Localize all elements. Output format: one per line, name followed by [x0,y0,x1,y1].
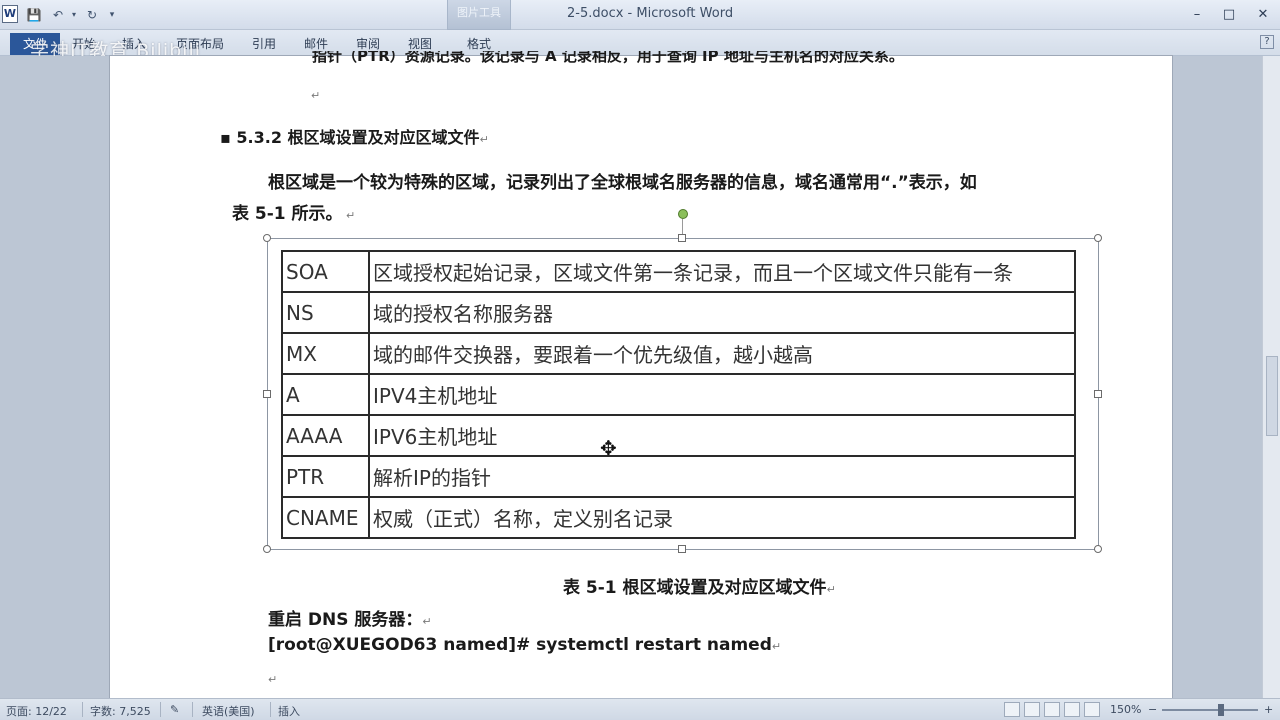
table-row: A IPV4主机地址 [281,373,1076,416]
resize-handle-top-left[interactable] [263,234,271,242]
record-desc-cell: 域的授权名称服务器 [368,291,1076,334]
full-screen-reading-button[interactable] [1024,702,1040,717]
web-layout-button[interactable] [1044,702,1060,717]
resize-handle-bottom-right[interactable] [1094,545,1102,553]
record-desc-cell: 解析IP的指针 [368,455,1076,498]
record-type-cell: CNAME [281,496,370,539]
record-type-cell: MX [281,332,370,375]
scrollbar-thumb[interactable] [1266,356,1278,436]
table-row: AAAA IPV6主机地址 [281,414,1076,457]
vertical-scrollbar[interactable] [1262,56,1280,698]
paragraph-mark: ↵ [311,89,321,102]
tab-references[interactable]: 引用 [252,35,276,52]
window-title: 2-5.docx - Microsoft Word [567,6,734,21]
zoom-out-icon[interactable]: − [1148,703,1157,716]
save-icon[interactable]: 💾 [26,7,42,23]
language-indicator[interactable]: 英语(美国) [202,703,255,719]
table-row: NS 域的授权名称服务器 [281,291,1076,334]
tab-view[interactable]: 视图 [408,35,432,52]
word-app-icon[interactable]: W [2,5,18,23]
record-type-cell: PTR [281,455,370,498]
resize-handle-top[interactable] [678,234,686,242]
close-button[interactable]: ✕ [1252,7,1274,23]
proofing-icon[interactable]: ✎ [170,703,179,716]
resize-handle-left[interactable] [263,390,271,398]
picture-tools-context-label: 图片工具 [447,0,511,30]
resize-handle-bottom[interactable] [678,545,686,553]
print-layout-view-button[interactable] [1004,702,1020,717]
title-bar: W 💾 ↶ ▾ ↻ ▾ 图片工具 2-5.docx - Microsoft Wo… [0,0,1280,30]
heading-bullet: ▪ [220,128,237,147]
restart-command: [root@XUEGOD63 named]# systemctl restart… [268,635,782,655]
divider [160,702,161,717]
record-desc-cell: 权威（正式）名称，定义别名记录 [368,496,1076,539]
tab-format[interactable]: 格式 [467,35,491,52]
minimize-button[interactable]: – [1186,7,1208,23]
help-icon[interactable]: ? [1260,35,1274,49]
dns-record-types-table[interactable]: SOA 区域授权起始记录，区域文件第一条记录，而且一个区域文件只能有一条 NS 域的… [281,250,1076,539]
body-line-2: 表 5-1 所示。 ↵ [232,204,356,224]
resize-handle-right[interactable] [1094,390,1102,398]
word-count[interactable]: 字数: 7,525 [90,703,151,719]
table-caption: 表 5-1 根区域设置及对应区域文件↵ [563,578,836,598]
outline-view-button[interactable] [1064,702,1080,717]
divider [82,702,83,717]
draft-view-button[interactable] [1084,702,1100,717]
resize-handle-top-right[interactable] [1094,234,1102,242]
rotate-handle[interactable] [678,209,688,219]
paragraph-mark: ↵ [268,673,278,686]
restart-label: 重启 DNS 服务器：↵ [268,610,432,630]
tab-mailings[interactable]: 邮件 [304,35,328,52]
heading-text: 5.3.2 根区域设置及对应区域文件 [236,128,480,147]
zoom-in-icon[interactable]: + [1264,703,1273,716]
undo-dropdown-icon[interactable]: ▾ [66,7,82,23]
status-bar: 页面: 12/22 字数: 7,525 ✎ 英语(美国) 插入 150% − + [0,698,1280,720]
redo-icon[interactable]: ↻ [84,7,100,23]
customize-qat-icon[interactable]: ▾ [104,7,120,23]
page-counter[interactable]: 页面: 12/22 [6,703,67,719]
record-type-cell: AAAA [281,414,370,457]
zoom-slider-thumb[interactable] [1218,704,1224,716]
resize-handle-bottom-left[interactable] [263,545,271,553]
insert-mode-indicator[interactable]: 插入 [278,703,300,719]
body-line-1: 根区域是一个较为特殊的区域，记录列出了全球根域名服务器的信息，域名通常用“.”表… [268,173,977,193]
table-row: MX 域的邮件交换器，要跟着一个优先级值，越小越高 [281,332,1076,375]
partial-top-line: 指针（PTR）资源记录。该记录与 A 记录相反，用于查询 IP 地址与主机名的对… [312,51,904,65]
record-desc-cell: 域的邮件交换器，要跟着一个优先级值，越小越高 [368,332,1076,375]
divider [192,702,193,717]
tab-review[interactable]: 审阅 [356,35,380,52]
record-desc-cell: IPV6主机地址 [368,414,1076,457]
record-desc-cell: 区域授权起始记录，区域文件第一条记录，而且一个区域文件只能有一条 [368,250,1076,293]
record-type-cell: A [281,373,370,416]
section-heading: ▪ 5.3.2 根区域设置及对应区域文件↵ [220,128,489,147]
undo-icon[interactable]: ↶ [50,7,66,23]
record-type-cell: NS [281,291,370,334]
table-row: CNAME 权威（正式）名称，定义别名记录 [281,496,1076,539]
record-desc-cell: IPV4主机地址 [368,373,1076,416]
table-row: SOA 区域授权起始记录，区域文件第一条记录，而且一个区域文件只能有一条 [281,250,1076,293]
divider [270,702,271,717]
zoom-slider[interactable] [1162,709,1258,711]
move-cursor-icon: ✥ [600,436,617,460]
zoom-level[interactable]: 150% [1110,703,1141,716]
maximize-button[interactable]: □ [1218,7,1240,23]
table-row: PTR 解析IP的指针 [281,455,1076,498]
record-type-cell: SOA [281,250,370,293]
